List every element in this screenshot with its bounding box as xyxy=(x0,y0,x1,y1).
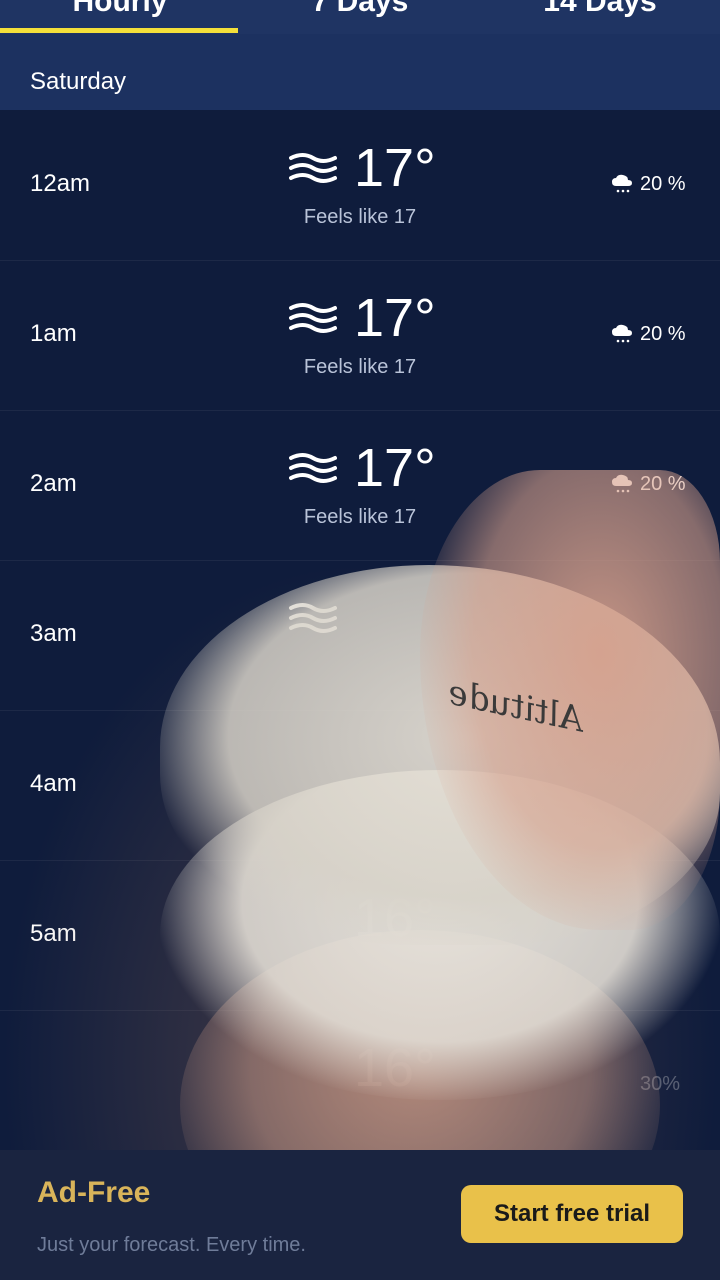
hour-time: 3am xyxy=(30,620,77,647)
day-header: Saturday xyxy=(0,34,720,110)
promo-subtitle: Just your forecast. Every time. xyxy=(37,1234,306,1256)
wind-icon xyxy=(289,603,337,633)
hour-row[interactable]: 3am xyxy=(0,560,720,711)
hour-row[interactable]: 12am 17° Feels like 17 20 % xyxy=(0,110,720,261)
hour-time: 2am xyxy=(30,470,77,497)
hour-time: 12am xyxy=(30,170,91,197)
hour-time: 1am xyxy=(30,320,77,347)
hour-row[interactable]: 2am 17° Feels like 17 20 % xyxy=(0,410,720,561)
rain-cloud-icon xyxy=(612,174,632,193)
hour-row[interactable]: 1am 17° Feels like 17 20 % xyxy=(0,260,720,411)
tab-14-days[interactable]: 14 Days xyxy=(480,0,720,20)
precipitation-chance: 20 % xyxy=(640,473,686,495)
hour-row[interactable]: 4am xyxy=(0,710,720,861)
hour-temperature: 17° xyxy=(354,288,436,348)
active-tab-indicator xyxy=(0,28,238,33)
day-label: Saturday xyxy=(30,68,127,95)
tab-hourly[interactable]: Hourly xyxy=(0,0,240,20)
promo-title: Ad-Free xyxy=(37,1176,151,1209)
precipitation-chance: 20 % xyxy=(640,323,686,345)
feels-like-text: Feels like 17 xyxy=(303,356,417,378)
rain-cloud-icon xyxy=(612,474,632,493)
tab-7-days[interactable]: 7 Days xyxy=(240,0,480,20)
hour-row[interactable]: 5am 16° xyxy=(0,860,720,1011)
hour-temperature: 16° xyxy=(354,1038,436,1098)
rain-cloud-icon xyxy=(612,324,632,343)
hour-temperature: 16° xyxy=(354,888,436,948)
wind-icon xyxy=(289,453,337,483)
hour-temperature: 17° xyxy=(354,138,436,198)
wind-icon xyxy=(289,153,337,183)
hourly-list[interactable]: 12am 17° Feels like 17 20 % 1am 17° Feel… xyxy=(0,110,720,1280)
wind-icon xyxy=(289,303,337,333)
promo-banner: Ad-Free Just your forecast. Every time. … xyxy=(0,1150,720,1280)
hour-time: 5am xyxy=(30,920,77,947)
tab-bar: Hourly 7 Days 14 Days xyxy=(0,0,720,34)
hour-time: 4am xyxy=(30,770,77,797)
start-free-trial-button[interactable]: Start free trial xyxy=(461,1185,683,1243)
feels-like-text: Feels like 17 xyxy=(303,506,417,528)
feels-like-text: Feels like 17 xyxy=(303,206,417,228)
hour-row[interactable]: 16° 30% xyxy=(0,1010,720,1161)
hour-temperature: 17° xyxy=(354,438,436,498)
precipitation-chance: 30% xyxy=(640,1073,681,1095)
precipitation-chance: 20 % xyxy=(640,173,686,195)
